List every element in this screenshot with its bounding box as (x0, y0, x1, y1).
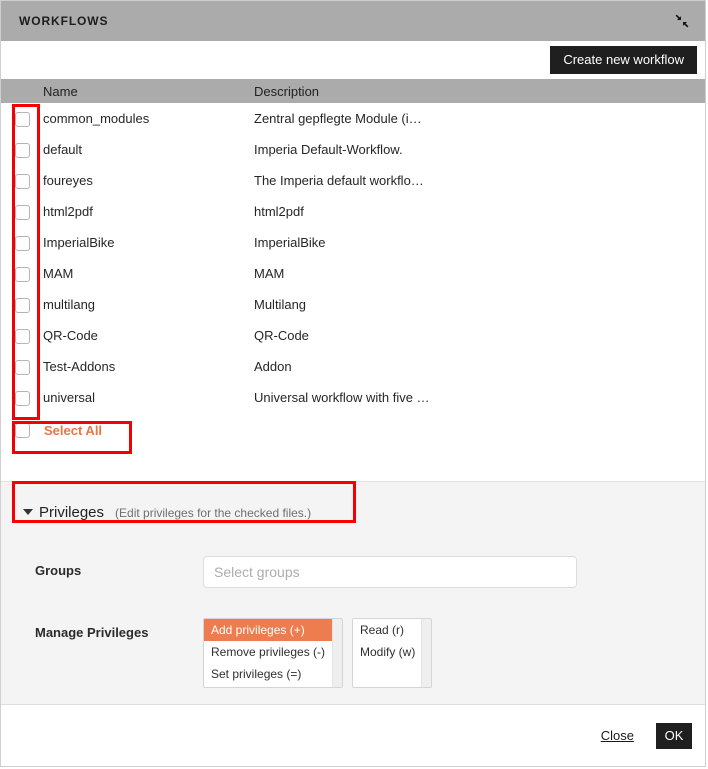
privilege-action-option[interactable]: Set privileges (=) (204, 663, 342, 685)
row-checkbox[interactable] (15, 328, 30, 344)
row-name: ImperialBike (41, 227, 248, 258)
manage-privileges-row: Manage Privileges Add privileges (+) Remo… (1, 618, 705, 688)
row-checkbox[interactable] (15, 266, 30, 282)
row-checkbox[interactable] (15, 173, 30, 189)
table-header-row: Name Description (1, 79, 705, 103)
row-description: Zentral gepflegte Module (i… (248, 103, 705, 134)
select-all-checkbox[interactable] (15, 422, 30, 438)
row-description: Addon (248, 351, 705, 382)
dialog-footer: Close OK (1, 704, 705, 766)
row-checkbox[interactable] (15, 142, 30, 158)
privileges-list-group: Add privileges (+) Remove privileges (-) S… (203, 618, 432, 688)
table-bottom-spacer (1, 447, 705, 481)
table-row[interactable]: default Imperia Default-Workflow. (1, 134, 705, 165)
row-checkbox-cell[interactable] (1, 134, 41, 165)
row-description: Universal workflow with five … (248, 382, 705, 413)
privileges-title: Privileges (39, 504, 105, 521)
header-checkbox-cell (1, 79, 41, 103)
table-row[interactable]: MAM MAM (1, 258, 705, 289)
row-checkbox-cell[interactable] (1, 196, 41, 227)
row-name: QR-Code (41, 320, 248, 351)
row-checkbox[interactable] (15, 359, 30, 375)
privilege-right-options: Read (r) Modify (w) (353, 619, 431, 663)
groups-row: Groups (1, 556, 705, 588)
row-checkbox[interactable] (15, 390, 30, 406)
table-row[interactable]: Test-Addons Addon (1, 351, 705, 382)
row-description: Imperia Default-Workflow. (248, 134, 705, 165)
privileges-panel: Privileges (Edit privileges for the chec… (1, 481, 705, 704)
select-all-row[interactable]: Select All (1, 413, 705, 447)
close-link[interactable]: Close (601, 728, 634, 743)
row-checkbox-cell[interactable] (1, 165, 41, 196)
row-checkbox-cell[interactable] (1, 382, 41, 413)
row-description: html2pdf (248, 196, 705, 227)
groups-input[interactable] (203, 556, 577, 588)
dialog-titlebar: WORKFLOWS (1, 1, 705, 41)
manage-privileges-label: Manage Privileges (35, 625, 149, 640)
row-name: multilang (41, 289, 248, 320)
row-checkbox-cell[interactable] (1, 103, 41, 134)
row-checkbox[interactable] (15, 297, 30, 313)
row-description: The Imperia default workflo… (248, 165, 705, 196)
privilege-action-option[interactable]: Remove privileges (-) (204, 641, 342, 663)
privilege-action-option[interactable]: Add privileges (+) (204, 619, 342, 641)
row-checkbox-cell[interactable] (1, 258, 41, 289)
row-name: MAM (41, 258, 248, 289)
workflows-dialog: WORKFLOWS Create new workflow Name Descr… (0, 0, 706, 767)
row-checkbox[interactable] (15, 204, 30, 220)
chevron-down-icon[interactable] (23, 509, 33, 515)
row-name: universal (41, 382, 248, 413)
table-row[interactable]: foureyes The Imperia default workflo… (1, 165, 705, 196)
groups-label: Groups (35, 563, 82, 578)
privileges-header[interactable]: Privileges (Edit privileges for the chec… (1, 504, 705, 526)
action-listbox-scrollbar[interactable] (332, 619, 342, 687)
privilege-right-option[interactable]: Read (r) (353, 619, 431, 641)
row-description: ImperialBike (248, 227, 705, 258)
workflow-table: Name Description common_modules Zentral g… (1, 79, 705, 413)
row-checkbox[interactable] (15, 235, 30, 251)
table-row[interactable]: html2pdf html2pdf (1, 196, 705, 227)
ok-button[interactable]: OK (656, 722, 692, 749)
privilege-right-option[interactable]: Modify (w) (353, 641, 431, 663)
column-header-name: Name (41, 79, 248, 103)
row-name: foureyes (41, 165, 248, 196)
table-row[interactable]: multilang Multilang (1, 289, 705, 320)
row-description: Multilang (248, 289, 705, 320)
page-title: WORKFLOWS (19, 14, 109, 28)
collapse-diagonal-icon[interactable] (673, 12, 691, 30)
select-all-label: Select All (44, 422, 103, 438)
row-checkbox-cell[interactable] (1, 320, 41, 351)
table-row[interactable]: ImperialBike ImperialBike (1, 227, 705, 258)
table-row[interactable]: common_modules Zentral gepflegte Module (… (1, 103, 705, 134)
row-checkbox[interactable] (15, 111, 30, 127)
column-header-description: Description (248, 79, 705, 103)
row-checkbox-cell[interactable] (1, 289, 41, 320)
table-row[interactable]: QR-Code QR-Code (1, 320, 705, 351)
privilege-action-listbox[interactable]: Add privileges (+) Remove privileges (-) S… (203, 618, 343, 688)
privileges-note: (Edit privileges for the checked files.) (115, 506, 312, 520)
row-name: html2pdf (41, 196, 248, 227)
table-body: common_modules Zentral gepflegte Module (… (1, 103, 705, 413)
privilege-action-options: Add privileges (+) Remove privileges (-) S… (204, 619, 342, 685)
workflow-table-wrapper: Name Description common_modules Zentral g… (1, 79, 705, 481)
row-checkbox-cell[interactable] (1, 351, 41, 382)
dialog-toolbar: Create new workflow (1, 41, 705, 79)
row-name: common_modules (41, 103, 248, 134)
create-new-workflow-button[interactable]: Create new workflow (550, 46, 697, 74)
right-listbox-scrollbar[interactable] (421, 619, 431, 687)
privilege-right-listbox[interactable]: Read (r) Modify (w) (352, 618, 432, 688)
row-name: Test-Addons (41, 351, 248, 382)
row-description: QR-Code (248, 320, 705, 351)
row-checkbox-cell[interactable] (1, 227, 41, 258)
row-name: default (41, 134, 248, 165)
row-description: MAM (248, 258, 705, 289)
table-row[interactable]: universal Universal workflow with five … (1, 382, 705, 413)
